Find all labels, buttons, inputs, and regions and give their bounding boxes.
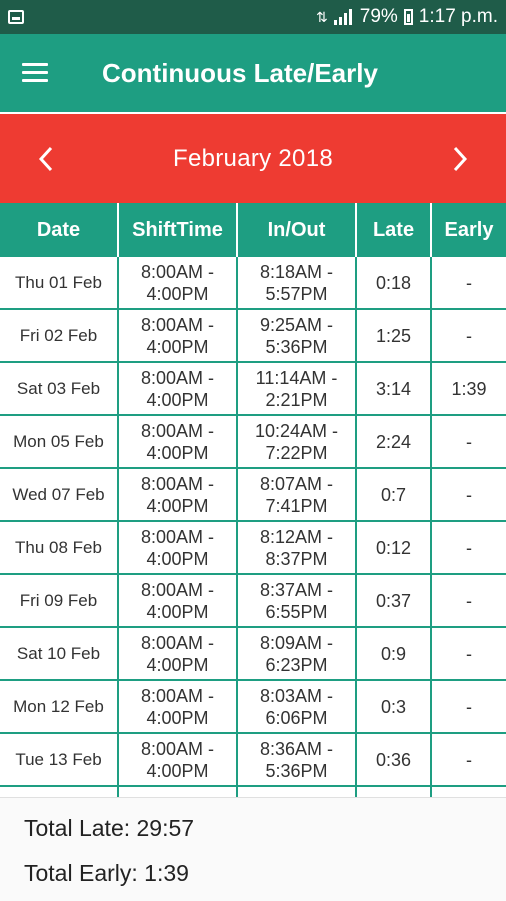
cell-late bbox=[357, 787, 432, 797]
table-body[interactable]: Thu 01 Feb 8:00AM - 4:00PM 8:18AM - 5:57PM… bbox=[0, 257, 506, 797]
cell-inout: 10:24AM - 7:22PM bbox=[238, 416, 357, 467]
cell-inout: 8:03AM - 6:06PM bbox=[238, 681, 357, 732]
cell-inout: 9:25AM - 5:36PM bbox=[238, 310, 357, 361]
cell-late: 0:3 bbox=[357, 681, 432, 732]
cell-date: Thu 01 Feb bbox=[0, 257, 119, 308]
cell-shifttime: 8:00AM - 4:00PM bbox=[119, 575, 238, 626]
battery-icon bbox=[403, 9, 413, 25]
cell-date: Thu 08 Feb bbox=[0, 522, 119, 573]
cell-inout: 8:18AM - 5:57PM bbox=[238, 257, 357, 308]
table-header: Date ShiftTime In/Out Late Early bbox=[0, 203, 506, 257]
menu-icon[interactable] bbox=[22, 63, 48, 83]
cell-date: Fri 02 Feb bbox=[0, 310, 119, 361]
chevron-right-icon[interactable] bbox=[430, 114, 490, 203]
cell-date: Sat 03 Feb bbox=[0, 363, 119, 414]
cell-shifttime: 8:00AM - 4:00PM bbox=[119, 522, 238, 573]
cell-inout: 8:12AM - 8:37PM bbox=[238, 522, 357, 573]
cell-inout: 8:09AM - 6:23PM bbox=[238, 628, 357, 679]
column-header-inout: In/Out bbox=[238, 203, 357, 257]
cell-shifttime: 8:00AM - 4:00PM bbox=[119, 310, 238, 361]
column-header-early: Early bbox=[444, 218, 494, 241]
column-header-late: Late bbox=[357, 203, 432, 257]
cell-early: - bbox=[466, 537, 472, 558]
cell-early: - bbox=[466, 431, 472, 452]
cell-date: Mon 12 Feb bbox=[0, 681, 119, 732]
notification-icon bbox=[8, 10, 24, 24]
clock: 1:17 p.m. bbox=[418, 6, 498, 27]
cell-shifttime: 8:00AM - bbox=[119, 787, 238, 797]
cell-shifttime: 8:00AM - 4:00PM bbox=[119, 363, 238, 414]
cell-date: Fri 09 Feb bbox=[0, 575, 119, 626]
column-header-shifttime: ShiftTime bbox=[119, 203, 238, 257]
cell-late: 3:14 bbox=[357, 363, 432, 414]
cell-early: - bbox=[466, 484, 472, 505]
cell-early: - bbox=[466, 325, 472, 346]
cell-date: Tue 13 Feb bbox=[0, 734, 119, 785]
cell-early: 1:39 bbox=[451, 378, 487, 399]
cell-late: 0:36 bbox=[357, 734, 432, 785]
cell-inout: 8:36AM - 5:36PM bbox=[238, 734, 357, 785]
cell-inout: 8:07AM - 7:41PM bbox=[238, 469, 357, 520]
cell-late: 0:7 bbox=[357, 469, 432, 520]
cell-shifttime: 8:00AM - 4:00PM bbox=[119, 416, 238, 467]
table-row[interactable]: Fri 09 Feb 8:00AM - 4:00PM 8:37AM - 6:55PM… bbox=[0, 575, 506, 628]
cell-early: - bbox=[466, 643, 472, 664]
column-header-date: Date bbox=[0, 203, 119, 257]
table-row[interactable]: Sat 10 Feb 8:00AM - 4:00PM 8:09AM - 6:23PM… bbox=[0, 628, 506, 681]
cell-date: Sat 10 Feb bbox=[0, 628, 119, 679]
table-row[interactable]: Wed 07 Feb 8:00AM - 4:00PM 8:07AM - 7:41PM… bbox=[0, 469, 506, 522]
cell-early: - bbox=[466, 696, 472, 717]
cell-early: - bbox=[466, 272, 472, 293]
cell-inout: 11:14AM - 2:21PM bbox=[238, 363, 357, 414]
cell-inout: 8:41AM - bbox=[238, 787, 357, 797]
cell-date: Mon 05 Feb bbox=[0, 416, 119, 467]
cell-late: 0:9 bbox=[357, 628, 432, 679]
totals-panel: Total Late: 29:57 Total Early: 1:39 bbox=[0, 797, 506, 901]
cell-inout: 8:37AM - 6:55PM bbox=[238, 575, 357, 626]
table-row[interactable]: Mon 12 Feb 8:00AM - 4:00PM 8:03AM - 6:06PM… bbox=[0, 681, 506, 734]
cell-shifttime: 8:00AM - 4:00PM bbox=[119, 257, 238, 308]
attendance-table: Date ShiftTime In/Out Late Early Thu 01 … bbox=[0, 203, 506, 797]
table-row[interactable]: Fri 02 Feb 8:00AM - 4:00PM 9:25AM - 5:36PM… bbox=[0, 310, 506, 363]
status-bar-right: ⇅ 79% 1:17 p.m. bbox=[316, 6, 498, 28]
cell-late: 0:18 bbox=[357, 257, 432, 308]
cell-early: - bbox=[466, 590, 472, 611]
chevron-left-icon[interactable] bbox=[16, 114, 76, 203]
cell-early: - bbox=[466, 749, 472, 770]
cell-late: 2:24 bbox=[357, 416, 432, 467]
table-row[interactable]: Thu 01 Feb 8:00AM - 4:00PM 8:18AM - 5:57PM… bbox=[0, 257, 506, 310]
cell-shifttime: 8:00AM - 4:00PM bbox=[119, 734, 238, 785]
cell-late: 0:12 bbox=[357, 522, 432, 573]
month-navigator: February 2018 bbox=[0, 114, 506, 203]
total-early: Total Early: 1:39 bbox=[24, 860, 189, 886]
table-row[interactable]: Thu 08 Feb 8:00AM - 4:00PM 8:12AM - 8:37PM… bbox=[0, 522, 506, 575]
table-row[interactable]: Sat 03 Feb 8:00AM - 4:00PM 11:14AM - 2:21P… bbox=[0, 363, 506, 416]
cell-early bbox=[432, 787, 506, 797]
cell-shifttime: 8:00AM - 4:00PM bbox=[119, 469, 238, 520]
app-bar: Continuous Late/Early bbox=[0, 34, 506, 112]
cell-shifttime: 8:00AM - 4:00PM bbox=[119, 628, 238, 679]
data-arrows-icon: ⇅ bbox=[316, 8, 328, 25]
status-bar: ⇅ 79% 1:17 p.m. bbox=[0, 0, 506, 34]
signal-icon bbox=[333, 9, 354, 25]
total-late: Total Late: 29:57 bbox=[24, 815, 195, 841]
app-title: Continuous Late/Early bbox=[102, 57, 378, 88]
cell-date: Wed 07 Feb bbox=[0, 469, 119, 520]
cell-date bbox=[0, 787, 119, 797]
cell-late: 0:37 bbox=[357, 575, 432, 626]
table-row[interactable]: 8:00AM -8:41AM - bbox=[0, 787, 506, 797]
cell-late: 1:25 bbox=[357, 310, 432, 361]
cell-shifttime: 8:00AM - 4:00PM bbox=[119, 681, 238, 732]
table-row[interactable]: Tue 13 Feb 8:00AM - 4:00PM 8:36AM - 5:36PM… bbox=[0, 734, 506, 787]
month-title: February 2018 bbox=[173, 144, 333, 172]
table-row[interactable]: Mon 05 Feb 8:00AM - 4:00PM 10:24AM - 7:22P… bbox=[0, 416, 506, 469]
battery-percent: 79% bbox=[359, 6, 398, 27]
